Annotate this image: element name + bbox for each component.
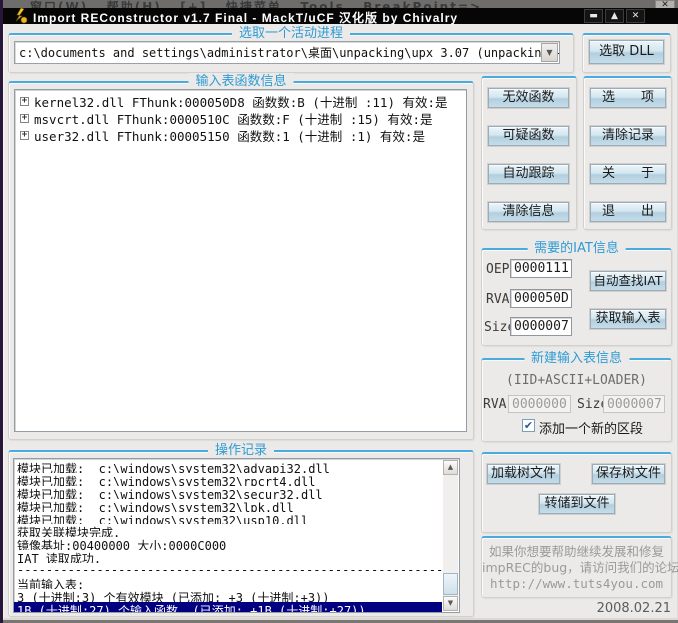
- oep-field[interactable]: [510, 259, 572, 278]
- rva-label: RVA: [486, 292, 509, 307]
- imports-treeview[interactable]: + kernel32.dll FThunk:000050D8 函数数:B (十进…: [14, 89, 467, 432]
- iid-ascii-loader-label: (IID+ASCII+LOADER): [482, 373, 671, 388]
- process-path: c:\documents and settings\administrator\…: [19, 44, 560, 61]
- clear-log-button[interactable]: 清除记录: [590, 126, 666, 146]
- log-line[interactable]: 模块已加载: c:\windows\system32\lpk.dll: [14, 499, 442, 512]
- invalid-functions-button[interactable]: 无效函数: [488, 88, 569, 108]
- log-line-selected[interactable]: 1B (十进制:27) 个输入函数. (已添加: +1B (十进制:+27)): [14, 602, 442, 613]
- tree-item-user32[interactable]: + user32.dll FThunk:00005150 函数数:1 (十进制 …: [20, 127, 425, 144]
- forum-url: http://www.tuts4you.com: [482, 576, 671, 592]
- log-group-title: 操作记录: [208, 442, 274, 459]
- log-line[interactable]: 当前输入表:: [14, 576, 442, 589]
- tree-item-kernel32[interactable]: + kernel32.dll FThunk:000050D8 函数数:B (十进…: [20, 93, 448, 110]
- options-button[interactable]: 选 项: [590, 88, 666, 108]
- clear-info-button[interactable]: 清除信息: [488, 202, 569, 222]
- log-line[interactable]: 获取关联模块完成.: [14, 524, 442, 537]
- log-line[interactable]: 3 (十进制:3) 个有效模块 (已添加: +3 (十进制:+3)): [14, 589, 442, 602]
- log-line[interactable]: ----------------------------------------…: [14, 563, 442, 576]
- log-scrollbar[interactable]: ▲ ▼: [443, 460, 458, 611]
- new-rva-field: [508, 395, 571, 413]
- close-icon[interactable]: ✕: [626, 9, 645, 23]
- iat-group-title: 需要的IAT信息: [527, 240, 626, 257]
- log-line[interactable]: IAT 读取成功.: [14, 550, 442, 563]
- get-imports-button[interactable]: 获取输入表: [590, 309, 666, 329]
- app-icon: [13, 8, 28, 24]
- new-rva-label: RVA: [483, 397, 506, 412]
- forum-group: 如果你想要帮助继续发展和修复 impREC的bug，请访问我们的论坛: http…: [481, 536, 672, 598]
- log-listbox[interactable]: 模块已加载: c:\windows\system32\advapi32.dll …: [13, 458, 460, 613]
- maximize-icon[interactable]: ▲: [605, 9, 624, 23]
- log-line[interactable]: 镜像基址:00400000 大小:0000C000: [14, 537, 442, 550]
- size-field[interactable]: [510, 317, 572, 336]
- suspect-functions-button[interactable]: 可疑函数: [488, 126, 569, 146]
- rva-field[interactable]: [510, 289, 572, 308]
- screen: 窗口(W) 帮助(H) [+] 快捷菜单 Tools BreakPoint=> …: [0, 0, 678, 623]
- auto-search-iat-button[interactable]: 自动查找IAT: [590, 271, 666, 291]
- tree-item-label: user32.dll FThunk:00005150 函数数:1 (十进制 :1…: [34, 126, 425, 145]
- load-tree-button[interactable]: 加载树文件: [487, 464, 560, 484]
- scroll-down-icon[interactable]: ▼: [443, 596, 458, 611]
- forum-note-line1: 如果你想要帮助继续发展和修复: [482, 544, 671, 560]
- log-line[interactable]: 模块已加载: c:\windows\system32\usp10.dll: [14, 512, 442, 525]
- process-combobox[interactable]: c:\documents and settings\administrator\…: [14, 41, 560, 64]
- log-line[interactable]: 模块已加载: c:\windows\system32\advapi32.dll: [14, 460, 442, 473]
- pick-dll-button[interactable]: 选取 DLL: [589, 40, 664, 64]
- minimize-icon[interactable]: ▬: [584, 9, 603, 23]
- log-line[interactable]: 模块已加载: c:\windows\system32\secur32.dll: [14, 486, 442, 499]
- window-title: Import REConstructor v1.7 Final - MackT/…: [33, 9, 458, 26]
- build-date: 2008.02.21: [595, 601, 671, 616]
- imports-group-title: 输入表函数信息: [188, 73, 293, 90]
- tree-item-msvcrt[interactable]: + msvcrt.dll FThunk:0000510C 函数数:F (十进制 …: [20, 110, 432, 127]
- new-import-group-title: 新建输入表信息: [524, 350, 629, 367]
- auto-trace-button[interactable]: 自动跟踪: [488, 164, 569, 184]
- about-button[interactable]: 关 于: [590, 164, 666, 184]
- scrollbar-thumb[interactable]: [443, 573, 458, 595]
- scroll-up-icon[interactable]: ▲: [443, 460, 458, 475]
- save-tree-button[interactable]: 保存树文件: [592, 464, 665, 484]
- exit-button[interactable]: 退 出: [590, 202, 666, 222]
- expand-plus-icon[interactable]: +: [20, 131, 29, 140]
- add-section-label: 添加一个新的区段: [539, 418, 643, 437]
- expand-plus-icon[interactable]: +: [20, 97, 29, 106]
- forum-note-line2: impREC的bug，请访问我们的论坛:: [482, 560, 671, 576]
- add-section-checkbox[interactable]: ✔: [522, 419, 535, 432]
- titlebar[interactable]: Import REConstructor v1.7 Final - MackT/…: [3, 8, 678, 24]
- new-size-field: [603, 395, 665, 413]
- chevron-down-icon[interactable]: ▼: [541, 43, 558, 62]
- dump-to-file-button[interactable]: 转储到文件: [539, 494, 615, 514]
- log-line[interactable]: 模块已加载: c:\windows\system32\rpcrt4.dll: [14, 473, 442, 486]
- oep-label: OEP: [486, 262, 509, 277]
- expand-plus-icon[interactable]: +: [20, 114, 29, 123]
- process-group-title: 选取一个活动进程: [232, 25, 350, 42]
